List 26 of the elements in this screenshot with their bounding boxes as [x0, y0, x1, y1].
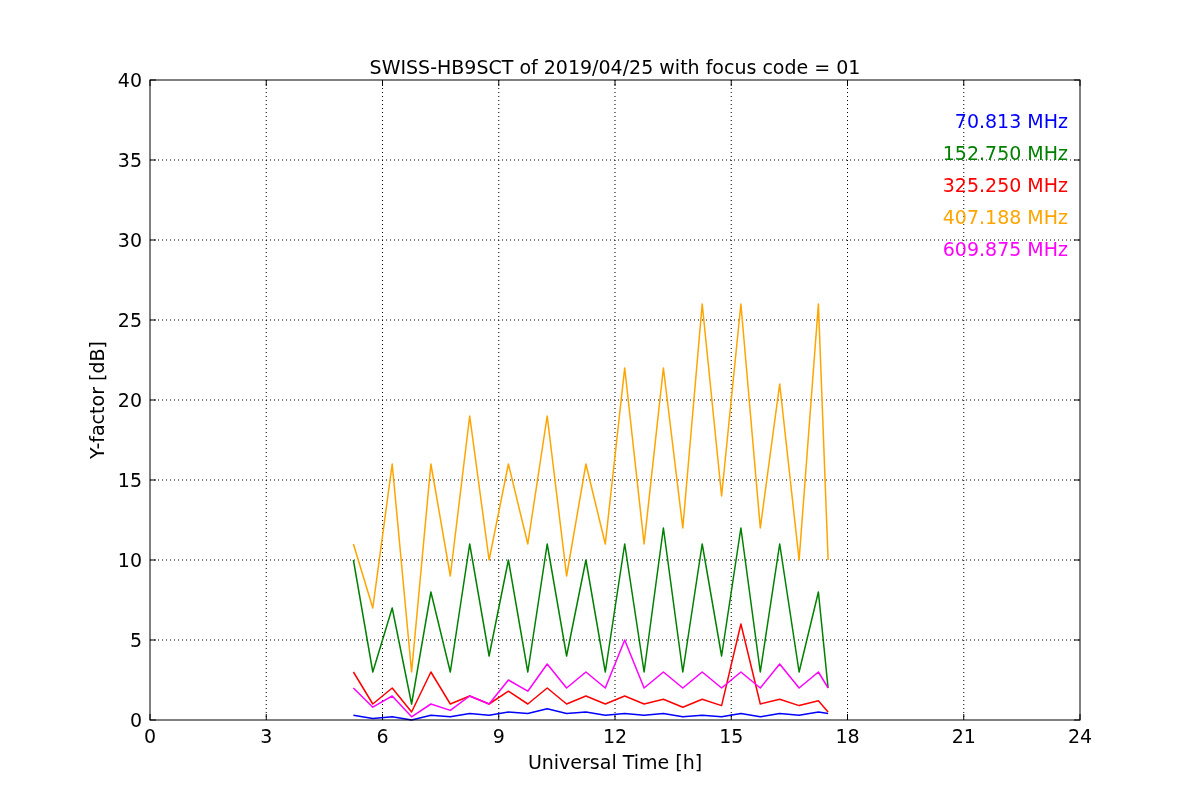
- y-tick-label: 35: [117, 149, 142, 171]
- x-axis-label: Universal Time [h]: [527, 751, 703, 773]
- y-tick-label: 25: [117, 309, 142, 331]
- x-tick-label: 18: [835, 725, 860, 747]
- y-tick-label: 30: [117, 229, 142, 251]
- x-tick-label: 24: [1067, 725, 1093, 747]
- y-tick-label: 40: [117, 69, 142, 91]
- y-tick-label: 5: [129, 629, 142, 651]
- x-tick-label: 15: [719, 725, 744, 747]
- legend-label: 609.875 MHz: [942, 238, 1068, 260]
- x-tick-label: 0: [143, 725, 157, 747]
- x-tick-label: 3: [260, 725, 273, 747]
- legend-label: 407.188 MHz: [942, 206, 1068, 228]
- y-tick-label: 20: [117, 389, 142, 411]
- x-tick-label: 12: [602, 725, 628, 747]
- x-tick-label: 9: [492, 725, 505, 747]
- chart-title: SWISS-HB9SCT of 2019/04/25 with focus code = 01: [369, 56, 861, 78]
- y-tick-label: 15: [117, 469, 142, 491]
- x-tick-label: 6: [376, 725, 389, 747]
- y-tick-label: 10: [117, 549, 142, 571]
- legend-label: 325.250 MHz: [942, 174, 1068, 196]
- y-axis-label: Y-factor [dB]: [86, 341, 108, 459]
- legend-label: 70.813 MHz: [954, 110, 1068, 132]
- x-tick-label: 21: [951, 725, 976, 747]
- legend-label: 152.750 MHz: [942, 142, 1068, 164]
- y-tick-label: 0: [129, 709, 142, 731]
